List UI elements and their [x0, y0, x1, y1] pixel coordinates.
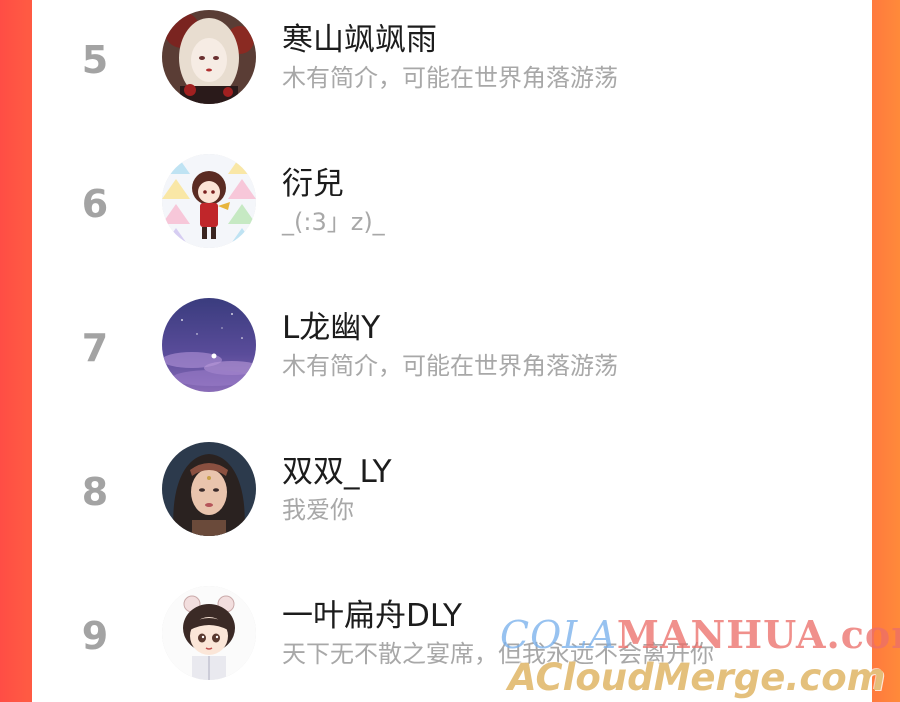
ranking-row[interactable]: 7 L龙幽Y 木有简介，可能在世界角落游荡 — [32, 288, 872, 428]
cartoon-boy-avatar-icon[interactable] — [162, 586, 256, 680]
user-name[interactable]: 一叶扁舟DLY — [282, 590, 462, 635]
portrait-girl-avatar-icon[interactable] — [162, 442, 256, 536]
user-bio: 木有简介，可能在世界角落游荡 — [282, 352, 618, 380]
gothic-girl-avatar-icon[interactable] — [162, 10, 256, 104]
night-sky-avatar-icon[interactable] — [162, 298, 256, 392]
rank-number: 7 — [81, 326, 109, 370]
user-name[interactable]: 寒山飒飒雨 — [282, 14, 437, 59]
rank-number: 6 — [81, 182, 109, 226]
rank-number: 9 — [81, 614, 109, 658]
user-name[interactable]: L龙幽Y — [282, 302, 380, 347]
ranking-row[interactable]: 8 双双_LY 我爱你 — [32, 432, 872, 572]
ranking-row[interactable]: 5 寒山飒飒雨 木有简介，可能在世界角落游荡 — [32, 0, 872, 140]
rank-number: 5 — [81, 38, 109, 82]
user-name[interactable]: 双双_LY — [282, 446, 392, 491]
user-bio: 木有简介，可能在世界角落游荡 — [282, 64, 618, 92]
ranking-panel: 5 寒山飒飒雨 木有简介，可能在世界角落游荡 6 衍兒 _(:3」z)_ 7 L… — [32, 0, 872, 702]
user-bio: _(:3」z)_ — [282, 208, 385, 236]
user-bio: 我爱你 — [282, 496, 354, 524]
chibi-character-avatar-icon[interactable] — [162, 154, 256, 248]
ranking-row[interactable]: 9 一叶扁舟DLY 天下无不散之宴席，但我永远不会离开你 — [32, 576, 872, 702]
ranking-row[interactable]: 6 衍兒 _(:3」z)_ — [32, 144, 872, 284]
user-name[interactable]: 衍兒 — [282, 158, 344, 203]
user-bio: 天下无不散之宴席，但我永远不会离开你 — [282, 640, 714, 668]
rank-number: 8 — [81, 470, 109, 514]
